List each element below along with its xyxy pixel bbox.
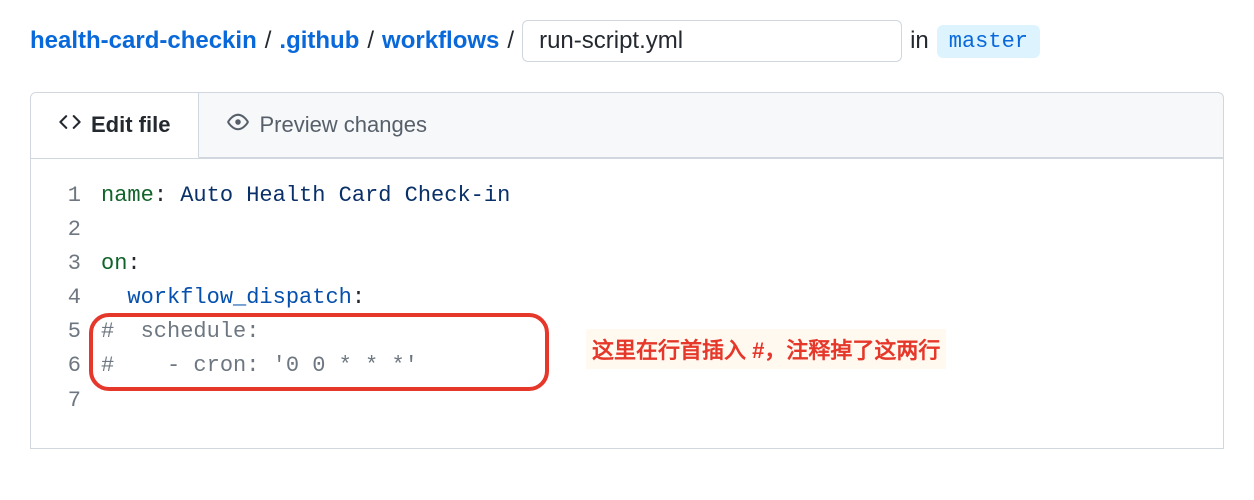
breadcrumb-dir2-link[interactable]: workflows — [382, 27, 499, 55]
line-content[interactable] — [101, 213, 1223, 247]
line-number: 4 — [31, 281, 101, 315]
line-content[interactable]: workflow_dispatch: — [101, 281, 1223, 315]
line-content[interactable]: name: Auto Health Card Check-in — [101, 179, 1223, 213]
breadcrumb-separator: / — [265, 27, 272, 55]
line-number: 1 — [31, 179, 101, 213]
branch-badge[interactable]: master — [937, 25, 1040, 58]
breadcrumb-separator: / — [507, 27, 514, 55]
tab-preview-changes[interactable]: Preview changes — [199, 93, 455, 158]
line-number: 7 — [31, 384, 101, 418]
annotation-text: 这里在行首插入 #，注释掉了这两行 — [586, 329, 946, 369]
tab-filler — [455, 93, 1223, 158]
in-label: in — [910, 27, 929, 55]
filename-input[interactable] — [522, 20, 902, 62]
breadcrumb-dir1-link[interactable]: .github — [279, 27, 359, 55]
line-number: 6 — [31, 349, 101, 383]
tab-edit-file[interactable]: Edit file — [31, 93, 199, 158]
tabs: Edit file Preview changes — [30, 92, 1224, 159]
line-number: 5 — [31, 315, 101, 349]
code-line[interactable]: 7 — [31, 384, 1223, 418]
tab-edit-label: Edit file — [91, 112, 170, 138]
eye-icon — [227, 111, 249, 139]
tab-preview-label: Preview changes — [259, 112, 427, 138]
breadcrumb-repo-link[interactable]: health-card-checkin — [30, 27, 257, 55]
code-line[interactable]: 1name: Auto Health Card Check-in — [31, 179, 1223, 213]
line-content[interactable] — [101, 384, 1223, 418]
code-line[interactable]: 3on: — [31, 247, 1223, 281]
code-editor[interactable]: 1name: Auto Health Card Check-in23on:4 w… — [30, 159, 1224, 449]
breadcrumb-separator: / — [367, 27, 374, 55]
line-number: 2 — [31, 213, 101, 247]
breadcrumb: health-card-checkin / .github / workflow… — [30, 20, 1224, 62]
code-line[interactable]: 2 — [31, 213, 1223, 247]
line-content[interactable]: on: — [101, 247, 1223, 281]
line-number: 3 — [31, 247, 101, 281]
code-icon — [59, 111, 81, 139]
code-line[interactable]: 4 workflow_dispatch: — [31, 281, 1223, 315]
